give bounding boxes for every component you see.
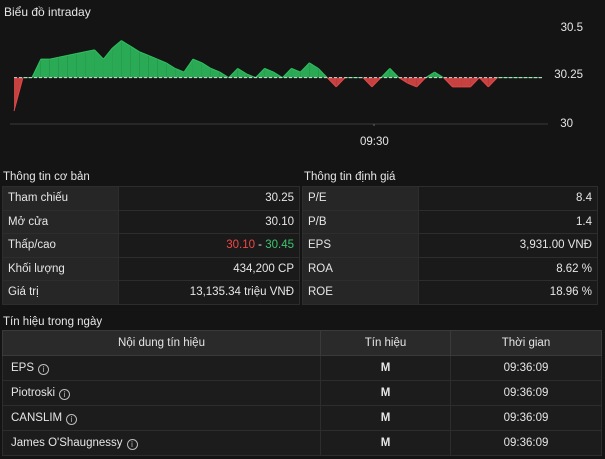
row-label: ROE [302, 280, 419, 305]
signal-time: 09:36:09 [450, 430, 602, 456]
table-row: P/E 8.4 [302, 186, 598, 211]
info-icon[interactable]: i [66, 413, 78, 425]
table-row: ROA 8.62 % [302, 256, 598, 281]
open-price: 30.10 [118, 209, 300, 234]
price-area-segment [67, 53, 77, 78]
range-separator: - [254, 239, 266, 252]
row-label: P/B [302, 209, 419, 234]
column-header[interactable]: Thời gian [450, 330, 602, 356]
roa-value: 8.62 % [418, 256, 598, 281]
column-header[interactable]: Tín hiệu [320, 330, 451, 356]
row-label: EPS [302, 233, 419, 258]
signal-name-cell: CANSLIM i [2, 405, 321, 431]
table-row: James O'Shaugnessy i M 09:36:09 [2, 430, 602, 456]
table-row: EPS i M 09:36:09 [2, 355, 602, 381]
signal-value: M [320, 355, 451, 381]
y-tick-label: 30.5 [560, 22, 583, 34]
signal-value: M [320, 380, 451, 406]
price-area-segment [461, 77, 471, 87]
volume-value: 434,200 CP [118, 256, 300, 281]
signal-name: James O'Shaugnessy [11, 436, 123, 449]
y-tick-label: 30 [560, 118, 573, 130]
eps-value: 3,931.00 VNĐ [418, 233, 598, 258]
y-tick-label: 30.25 [554, 69, 583, 81]
table-row: CANSLIM i M 09:36:09 [2, 405, 602, 431]
table-row: Tham chiếu 30.25 [2, 186, 300, 211]
signal-name-cell: James O'Shaugnessy i [2, 430, 321, 456]
table-row: Mở cửa 30.10 [2, 209, 300, 234]
signal-value: M [320, 430, 451, 456]
valuation-info-title: Thông tin định giá [304, 171, 396, 183]
low-price: 30.10 [226, 239, 255, 252]
signal-name: CANSLIM [11, 411, 63, 424]
reference-price: 30.25 [118, 186, 300, 211]
table-row: Giá trị 13,135.34 triệu VNĐ [2, 280, 300, 305]
row-label: Mở cửa [2, 209, 119, 234]
valuation-info-table: P/E 8.4 P/B 1.4 EPS 3,931.00 VNĐ ROA 8.6… [302, 186, 598, 305]
signal-value: M [320, 405, 451, 431]
chart-title: Biểu đồ intraday [4, 5, 91, 19]
price-area-segment [139, 51, 149, 78]
basic-info-title: Thông tin cơ bản [3, 171, 90, 183]
signal-name-cell: Piotroski i [2, 380, 321, 406]
price-area-segment [85, 49, 95, 78]
price-area-segment [121, 40, 131, 78]
signal-time: 09:36:09 [450, 355, 602, 381]
trade-value: 13,135.34 triệu VNĐ [118, 280, 300, 305]
price-area-segment [112, 40, 122, 78]
signals-title: Tín hiệu trong ngày [3, 316, 103, 328]
table-row: P/B 1.4 [302, 209, 598, 234]
table-row: EPS 3,931.00 VNĐ [302, 233, 598, 258]
row-label: ROA [302, 256, 419, 281]
column-header[interactable]: Nội dung tín hiệu [2, 330, 321, 356]
price-area-segment [76, 51, 86, 78]
signals-table: Nội dung tín hiệu Tín hiệu Thời gian EPS… [2, 330, 602, 456]
price-area-segment [40, 59, 50, 78]
price-area-segment [103, 47, 113, 78]
signal-name-cell: EPS i [2, 355, 321, 381]
roe-value: 18.96 % [418, 280, 598, 305]
row-label: P/E [302, 186, 419, 211]
basic-info-table: Tham chiếu 30.25 Mở cửa 30.10 Thấp/cao 3… [2, 186, 300, 305]
price-area-segment [49, 57, 59, 78]
signal-name: EPS [11, 361, 35, 374]
high-price: 30.45 [265, 239, 294, 252]
price-area-segment [58, 55, 68, 78]
pb-value: 1.4 [418, 209, 598, 234]
row-label: Thấp/cao [2, 233, 119, 258]
signal-name: Piotroski [11, 386, 56, 399]
signal-time: 09:36:09 [450, 405, 602, 431]
price-area-segment [452, 77, 462, 87]
info-icon[interactable]: i [59, 388, 71, 400]
intraday-chart[interactable] [0, 18, 560, 126]
signal-time: 09:36:09 [450, 380, 602, 406]
row-label: Giá trị [2, 280, 119, 305]
row-label: Tham chiếu [2, 186, 119, 211]
info-icon[interactable]: i [126, 438, 138, 450]
table-row: Piotroski i M 09:36:09 [2, 380, 602, 406]
table-header-row: Nội dung tín hiệu Tín hiệu Thời gian [2, 330, 602, 356]
info-icon[interactable]: i [38, 363, 50, 375]
table-row: Khối lượng 434,200 CP [2, 256, 300, 281]
x-tick-label: 09:30 [360, 136, 389, 148]
row-label: Khối lượng [2, 256, 119, 281]
table-row: Thấp/cao 30.10 - 30.45 [2, 233, 300, 258]
pe-value: 8.4 [418, 186, 598, 211]
table-row: ROE 18.96 % [302, 280, 598, 305]
low-high-range: 30.10 - 30.45 [118, 233, 300, 258]
